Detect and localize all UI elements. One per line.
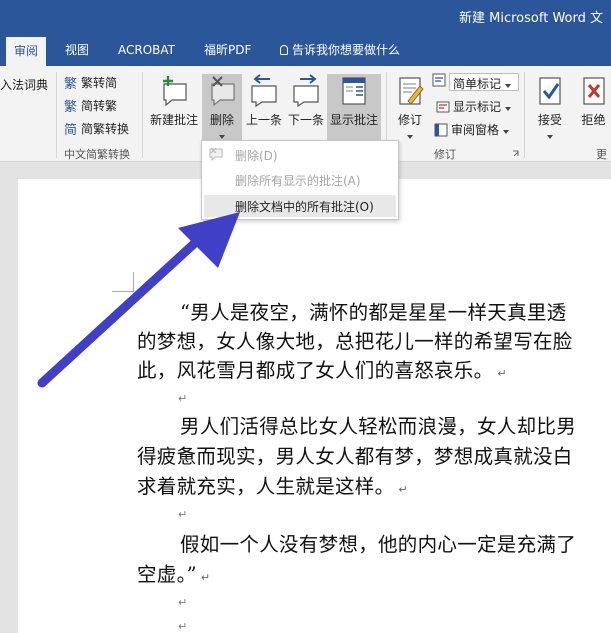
group-separator	[142, 72, 143, 158]
track-changes-button[interactable]: 修订	[392, 74, 428, 142]
delete-comment-icon	[209, 147, 223, 161]
simplified-to-traditional-icon: 繁	[64, 99, 77, 113]
delete-comment-label: 删除	[209, 113, 234, 127]
to-simplified-button[interactable]: 繁繁转简	[64, 74, 117, 91]
ime-dictionary-button[interactable]: 入法词典	[0, 76, 48, 93]
markup-option-select[interactable]: 简单标记	[432, 73, 519, 91]
document-line[interactable]: 求着就充实，人生就是这样。 ↵	[137, 470, 408, 499]
show-comments-label: 显示批注	[329, 113, 378, 127]
show-markup-button[interactable]: 显示标记	[436, 98, 511, 115]
previous-comment-label: 上一条	[245, 113, 282, 127]
lightbulb-icon	[280, 45, 288, 55]
document-line[interactable]: 的梦想，女人像大地，总把花儿一样的希望写在脸	[137, 325, 573, 354]
document-line[interactable]: 男人们活得总比女人轻松而浪漫，女人却比男	[180, 410, 576, 439]
next-comment-icon	[293, 74, 319, 108]
document-page[interactable]	[18, 179, 611, 633]
chinese-convert-icon: 简	[64, 122, 77, 136]
accept-button[interactable]: 接受	[530, 74, 570, 142]
show-markup-icon	[436, 101, 450, 113]
document-line[interactable]: “男人是夜空，满怀的都是星星一样天真里透	[180, 296, 566, 325]
paragraph-mark-icon: ↵	[497, 367, 507, 380]
paragraph-mark-icon: ↵	[178, 596, 188, 609]
document-line-text: 此，风花雪月都成了女人们的喜怒哀乐。	[137, 359, 494, 382]
markup-option-value: 简单标记	[453, 77, 502, 91]
changes-group-label: 更	[596, 148, 607, 161]
tab-acrobat[interactable]: ACROBAT	[110, 34, 183, 66]
delete-comment-icon	[211, 76, 235, 107]
previous-comment-icon	[251, 74, 277, 108]
reject-label: 拒绝	[581, 113, 606, 127]
document-line[interactable]: 此，风花雪月都成了女人们的喜怒哀乐。 ↵	[137, 354, 507, 383]
new-comment-icon	[163, 76, 187, 107]
title-bar: 新建 Microsoft Word 文	[0, 0, 611, 34]
svg-text:繁: 繁	[64, 99, 77, 113]
delete-comment-button[interactable]: 删除	[202, 74, 242, 142]
paragraph-mark-icon: ↵	[178, 392, 188, 405]
group-separator	[56, 72, 57, 158]
delete-comment-menu: 删除(D) 删除所有显示的批注(A) 删除文档中的所有批注(O)	[201, 140, 399, 220]
svg-text:简: 简	[64, 122, 77, 136]
reviewing-pane-button[interactable]: 审阅窗格	[434, 121, 509, 138]
dialog-launcher-icon[interactable]	[512, 150, 520, 158]
to-simplified-label: 繁转简	[81, 76, 118, 90]
track-changes-icon	[399, 77, 424, 105]
document-line[interactable]: 空虚。” ↵	[137, 558, 210, 587]
chevron-down-icon	[219, 135, 225, 139]
traditional-to-simplified-icon: 繁	[64, 76, 77, 90]
tab-review[interactable]: 审阅	[6, 37, 47, 66]
document-line-text: 空虚。”	[137, 563, 197, 586]
previous-comment-button[interactable]: 上一条	[244, 74, 284, 140]
window-title: 新建 Microsoft Word 文	[459, 11, 603, 26]
accept-label: 接受	[537, 113, 562, 127]
accept-icon	[539, 77, 561, 105]
reject-icon	[582, 77, 605, 105]
tell-me-box[interactable]: 告诉我你想要做什么	[272, 34, 408, 66]
svg-text:繁: 繁	[64, 76, 77, 90]
tell-me-label: 告诉我你想要做什么	[292, 43, 401, 57]
paragraph-mark-icon: ↵	[398, 483, 408, 496]
show-comments-button[interactable]: 显示批注	[327, 74, 381, 140]
next-comment-button[interactable]: 下一条	[285, 74, 327, 140]
tab-foxit-pdf[interactable]: 福昕PDF	[196, 34, 259, 66]
track-changes-label: 修订	[397, 113, 422, 127]
reviewing-pane-label: 审阅窗格	[451, 123, 500, 137]
markup-display-icon	[432, 73, 446, 87]
group-separator	[524, 72, 525, 158]
chinese-conversion-group-label: 中文简繁转换	[64, 148, 130, 161]
paragraph-mark-icon: ↵	[178, 620, 188, 633]
document-line-text: 求着就充实，人生就是这样。	[137, 475, 395, 498]
chevron-down-icon	[547, 135, 553, 139]
next-comment-label: 下一条	[287, 113, 324, 127]
menu-item-delete[interactable]: 删除(D)	[235, 147, 278, 164]
ribbon-tabs: 审阅 视图 ACROBAT 福昕PDF 告诉我你想要做什么	[0, 34, 611, 66]
show-comments-icon	[342, 77, 366, 105]
to-traditional-label: 简转繁	[81, 99, 118, 113]
new-comment-label: 新建批注	[149, 113, 198, 127]
chevron-down-icon	[504, 84, 511, 88]
tab-view[interactable]: 视图	[57, 34, 97, 66]
reviewing-pane-icon	[434, 123, 448, 137]
paragraph-mark-icon: ↵	[200, 571, 211, 584]
chevron-down-icon	[502, 130, 509, 134]
show-markup-label: 显示标记	[453, 100, 502, 114]
reject-button[interactable]: 拒绝	[576, 74, 611, 142]
new-comment-button[interactable]: 新建批注	[146, 74, 202, 140]
chevron-down-icon	[504, 107, 511, 111]
tracking-group-label: 修订	[434, 148, 456, 161]
chinese-convert-button[interactable]: 简简繁转换	[64, 120, 129, 137]
menu-item-delete-all-shown[interactable]: 删除所有显示的批注(A)	[235, 172, 361, 189]
menu-item-delete-all-in-document[interactable]: 删除文档中的所有批注(O)	[235, 198, 374, 215]
paragraph-mark-icon: ↵	[178, 508, 188, 521]
page-corner-mark	[112, 272, 134, 292]
to-traditional-button[interactable]: 繁简转繁	[64, 97, 117, 114]
chevron-down-icon	[407, 135, 413, 139]
document-line[interactable]: 假如一个人没有梦想，他的内心一定是充满了	[180, 528, 576, 557]
document-line[interactable]: 得疲惫而现实，男人女人都有梦，梦想成真就没白	[137, 440, 573, 469]
chinese-convert-label: 简繁转换	[81, 122, 130, 136]
